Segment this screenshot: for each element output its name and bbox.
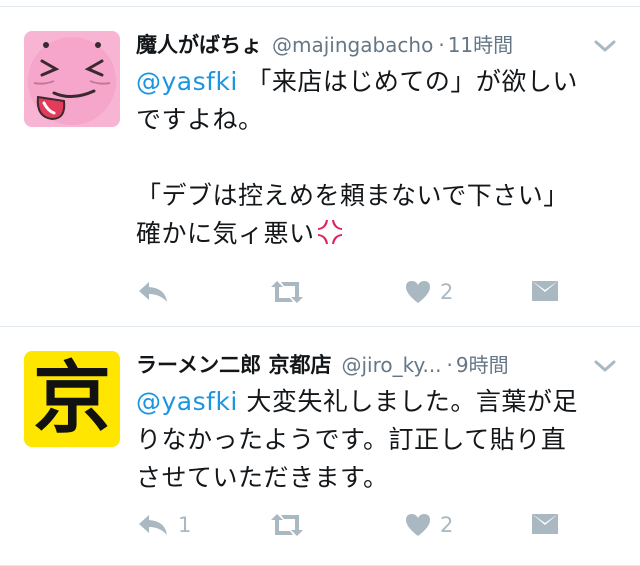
avatar[interactable] <box>24 31 120 127</box>
heart-icon <box>404 512 432 538</box>
reply-button[interactable] <box>136 279 178 305</box>
timestamp[interactable]: 9時間 <box>456 349 509 378</box>
retweet-icon <box>268 512 306 538</box>
tweet-text: @yasfki 「来店はじめての」が欲しい ですよね。 「デブは控えめを頼まない… <box>136 63 622 253</box>
tweet-text-line: ですよね。 <box>136 105 264 134</box>
envelope-icon <box>530 512 560 536</box>
tweet[interactable]: 京 ラーメン二郎 京都店 @jiro_ky... · 9時間 @yasfki 大… <box>0 327 640 566</box>
envelope-icon <box>530 279 560 303</box>
chevron-down-icon[interactable] <box>592 37 618 55</box>
username[interactable]: @jiro_ky... <box>341 353 441 377</box>
like-count: 2 <box>440 280 454 304</box>
tweet-text-line: させていただきます。 <box>136 463 389 492</box>
retweet-icon <box>268 279 306 305</box>
reply-icon <box>136 512 170 538</box>
retweet-button[interactable] <box>268 279 314 305</box>
direct-message-button[interactable] <box>530 279 560 303</box>
reply-icon <box>136 279 170 305</box>
separator: · <box>438 33 445 57</box>
reply-count: 1 <box>178 513 192 537</box>
heart-icon <box>404 279 432 305</box>
display-name[interactable]: 魔人がばちょ <box>136 29 262 59</box>
top-divider <box>0 0 640 7</box>
tweet-text-line: 確かに気ィ悪い <box>136 219 315 248</box>
tweet-text-line: りなかったようです。訂正して貼り直 <box>136 425 567 454</box>
like-button[interactable]: 2 <box>404 279 453 305</box>
chevron-down-icon[interactable] <box>592 357 618 375</box>
separator: · <box>446 353 453 377</box>
avatar-text: 京 <box>32 354 111 444</box>
username[interactable]: @majingabacho <box>272 33 433 57</box>
tweet-text: @yasfki 大変失礼しました。言葉が足 りなかったようです。訂正して貼り直 … <box>136 383 622 497</box>
tweet-text-line: 大変失礼しました。言葉が足 <box>237 387 578 416</box>
tweet-header: 魔人がばちょ @majingabacho · 11時間 <box>136 29 622 63</box>
avatar[interactable]: 京 <box>24 351 120 447</box>
tweet-text-line: 「来店はじめての」が欲しい <box>237 67 578 96</box>
direct-message-button[interactable] <box>530 512 560 536</box>
mention-link[interactable]: @yasfki <box>136 67 238 96</box>
tweet-text-line: 「デブは控えめを頼まないで下さい」 <box>136 181 569 210</box>
mention-link[interactable]: @yasfki <box>136 387 238 416</box>
timestamp[interactable]: 11時間 <box>448 29 513 58</box>
anger-symbol-icon <box>315 217 345 247</box>
like-count: 2 <box>440 513 454 537</box>
tweet-actions: 2 <box>136 279 576 319</box>
display-name[interactable]: ラーメン二郎 京都店 <box>136 349 331 379</box>
tweet[interactable]: 魔人がばちょ @majingabacho · 11時間 @yasfki 「来店は… <box>0 7 640 327</box>
tweet-header: ラーメン二郎 京都店 @jiro_ky... · 9時間 <box>136 349 622 383</box>
reply-button[interactable]: 1 <box>136 512 191 538</box>
like-button[interactable]: 2 <box>404 512 453 538</box>
tweet-actions: 1 2 <box>136 512 576 552</box>
retweet-button[interactable] <box>268 512 314 538</box>
